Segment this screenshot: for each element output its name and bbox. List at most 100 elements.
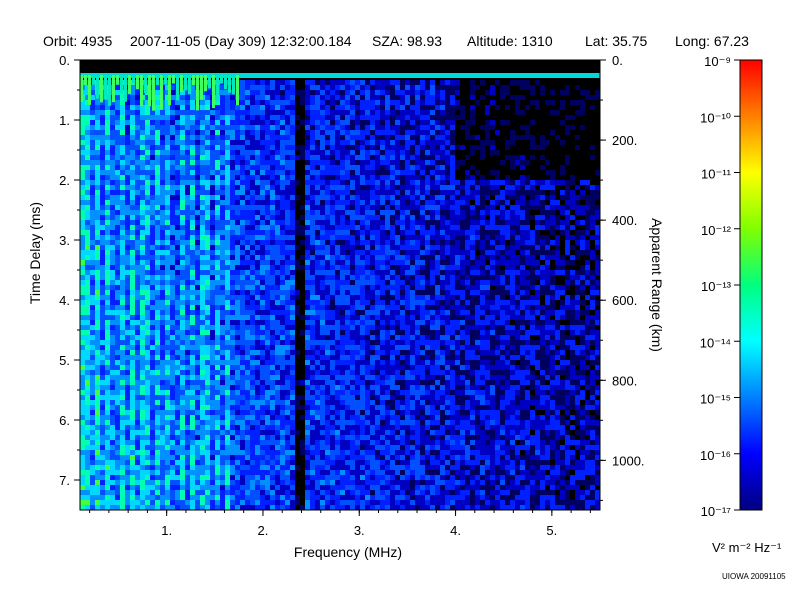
heatmap-cell — [320, 180, 325, 185]
heatmap-cell — [150, 430, 155, 435]
heatmap-cell — [285, 280, 290, 285]
heatmap-cell — [85, 415, 90, 420]
heatmap-cell — [230, 420, 235, 425]
heatmap-cell — [350, 320, 355, 325]
heatmap-cell — [225, 115, 230, 120]
heatmap-cell — [145, 400, 150, 405]
heatmap-cell — [205, 175, 210, 180]
heatmap-cell — [90, 235, 95, 240]
heatmap-cell — [185, 360, 190, 365]
heatmap-cell — [255, 290, 260, 295]
heatmap-cell — [230, 170, 235, 175]
heatmap-cell — [95, 455, 100, 460]
heatmap-cell — [170, 415, 175, 420]
heatmap-cell — [95, 235, 100, 240]
heatmap-cell — [360, 505, 365, 510]
heatmap-cell — [315, 200, 320, 205]
heatmap-cell — [335, 300, 340, 305]
heatmap-cell — [270, 175, 275, 180]
heatmap-cell — [150, 340, 155, 345]
heatmap-cell — [120, 175, 125, 180]
heatmap-cell — [315, 230, 320, 235]
heatmap-cell — [255, 440, 260, 445]
heatmap-cell — [340, 205, 345, 210]
heatmap-cell — [355, 200, 360, 205]
heatmap-cell — [180, 355, 185, 360]
heatmap-cell — [290, 460, 295, 465]
heatmap-cell — [320, 145, 325, 150]
heatmap-cell — [165, 500, 170, 505]
heatmap-cell — [180, 495, 185, 500]
heatmap-cell — [320, 380, 325, 385]
heatmap-cell — [205, 130, 210, 135]
heatmap-cell — [245, 230, 250, 235]
heatmap-cell — [355, 295, 360, 300]
heatmap-cell — [180, 330, 185, 335]
heatmap-cell — [360, 190, 365, 195]
heatmap-cell — [120, 440, 125, 445]
heatmap-cell — [305, 340, 310, 345]
heatmap-cell — [110, 475, 115, 480]
heatmap-cell — [185, 175, 190, 180]
heatmap-cell — [220, 395, 225, 400]
heatmap-cell — [210, 405, 215, 410]
heatmap-cell — [125, 325, 130, 330]
heatmap-cell — [345, 265, 350, 270]
heatmap-cell — [150, 355, 155, 360]
heatmap-cell — [195, 170, 200, 175]
heatmap-cell — [315, 245, 320, 250]
heatmap-cell — [145, 160, 150, 165]
heatmap-cell — [250, 80, 255, 85]
heatmap-cell — [370, 105, 375, 110]
heatmap-cell — [325, 340, 330, 345]
heatmap-cell — [245, 135, 250, 140]
heatmap-cell — [135, 335, 140, 340]
heatmap-cell — [255, 300, 260, 305]
heatmap-cell — [200, 300, 205, 305]
heatmap-cell — [130, 95, 135, 100]
heatmap-cell — [260, 85, 265, 90]
heatmap-cell — [330, 385, 335, 390]
heatmap-cell — [250, 405, 255, 410]
heatmap-cell — [110, 490, 115, 495]
heatmap-cell — [200, 450, 205, 455]
heatmap-cell — [345, 425, 350, 430]
heatmap-cell — [365, 135, 370, 140]
heatmap-cell — [295, 265, 300, 270]
heatmap-cell — [350, 495, 355, 500]
heatmap-cell — [350, 230, 355, 235]
heatmap-cell — [135, 355, 140, 360]
heatmap-cell — [325, 105, 330, 110]
heatmap-cell — [310, 355, 315, 360]
heatmap-cell — [115, 375, 120, 380]
heatmap-cell — [290, 480, 295, 485]
heatmap-cell — [300, 100, 305, 105]
heatmap-cell — [170, 175, 175, 180]
heatmap-cell — [85, 345, 90, 350]
heatmap-cell — [190, 275, 195, 280]
heatmap-cell — [360, 405, 365, 410]
heatmap-cell — [320, 125, 325, 130]
heatmap-cell — [85, 440, 90, 445]
heatmap-cell — [235, 150, 240, 155]
heatmap-cell — [240, 350, 245, 355]
heatmap-cell — [145, 465, 150, 470]
heatmap-cell — [305, 365, 310, 370]
heatmap-cell — [340, 125, 345, 130]
heatmap-cell — [145, 220, 150, 225]
heatmap-cell — [165, 210, 170, 215]
heatmap-cell — [260, 380, 265, 385]
heatmap-cell — [180, 415, 185, 420]
heatmap-cell — [350, 205, 355, 210]
heatmap-cell — [170, 420, 175, 425]
heatmap-cell — [240, 160, 245, 165]
heatmap-cell — [110, 255, 115, 260]
heatmap-cell — [105, 260, 110, 265]
heatmap-cell — [290, 95, 295, 100]
heatmap-cell — [305, 140, 310, 145]
heatmap-cell — [135, 360, 140, 365]
heatmap-cell — [105, 275, 110, 280]
heatmap-cell — [255, 235, 260, 240]
heatmap-cell — [325, 345, 330, 350]
heatmap-cell — [185, 120, 190, 125]
